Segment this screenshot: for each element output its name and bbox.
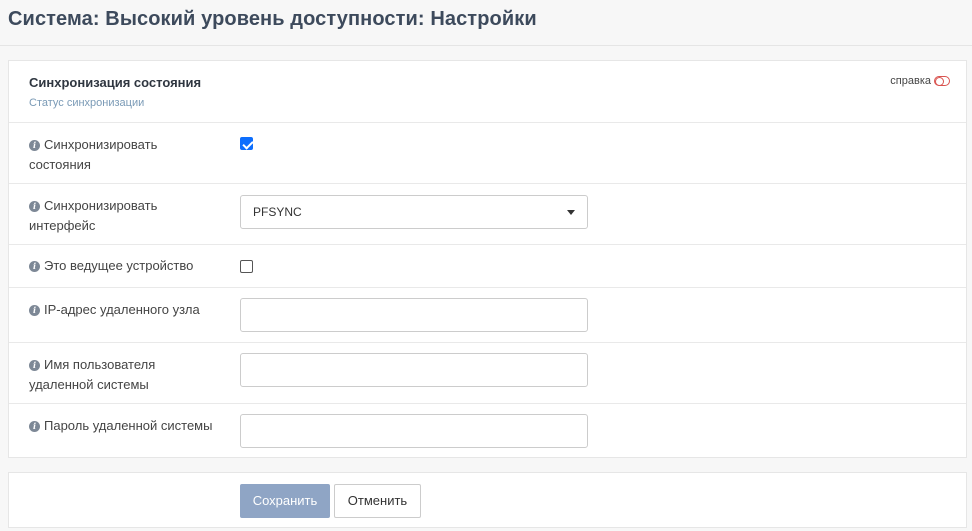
form-actions: Сохранить Отменить: [8, 472, 967, 528]
cancel-button[interactable]: Отменить: [334, 484, 421, 518]
info-icon[interactable]: i: [29, 305, 40, 316]
section-subtitle: Статус синхронизации: [29, 97, 145, 109]
sync-interface-label: i Синхронизировать интерфейс: [29, 198, 158, 233]
row-sync-interface: i Синхронизировать интерфейс PFSYNC: [9, 184, 966, 245]
master-device-label: i Это ведущее устройство: [29, 256, 219, 276]
section-title: Синхронизация состояния: [29, 75, 202, 90]
info-icon[interactable]: i: [29, 421, 40, 432]
row-remote-ip: i IP-адрес удаленного узла: [9, 288, 966, 343]
remote-username-label: i Имя пользователя удаленной системы: [29, 357, 156, 392]
page-title: Система: Высокий уровень доступности: На…: [8, 8, 537, 30]
info-icon[interactable]: i: [29, 360, 40, 371]
sync-interface-select[interactable]: PFSYNC: [240, 195, 588, 229]
page-header: Система: Высокий уровень доступности: На…: [0, 0, 972, 46]
remote-username-input[interactable]: [240, 353, 588, 387]
help-toggle[interactable]: справка: [890, 75, 950, 87]
row-sync-states: i Синхронизировать состояния: [9, 123, 966, 184]
sync-interface-value: PFSYNC: [253, 205, 302, 219]
sync-states-checkbox[interactable]: [240, 137, 253, 150]
sync-settings-panel: Синхронизация состояния Статус синхрониз…: [8, 60, 967, 458]
row-master-device: i Это ведущее устройство: [9, 245, 966, 288]
sync-states-label: i Синхронизировать состояния: [29, 137, 158, 172]
panel-header: Синхронизация состояния Статус синхрониз…: [9, 61, 966, 123]
row-remote-username: i Имя пользователя удаленной системы: [9, 343, 966, 404]
info-icon[interactable]: i: [29, 140, 40, 151]
master-device-checkbox[interactable]: [240, 260, 253, 273]
save-button[interactable]: Сохранить: [240, 484, 330, 518]
caret-down-icon: [567, 210, 575, 215]
info-icon[interactable]: i: [29, 201, 40, 212]
row-remote-password: i Пароль удаленной системы: [9, 404, 966, 459]
toggle-off-icon[interactable]: [934, 76, 950, 86]
remote-ip-input[interactable]: [240, 298, 588, 332]
info-icon[interactable]: i: [29, 261, 40, 272]
remote-password-input[interactable]: [240, 414, 588, 448]
remote-ip-label: i IP-адрес удаленного узла: [29, 300, 219, 320]
remote-password-label: i Пароль удаленной системы: [29, 416, 219, 436]
help-label: справка: [890, 75, 931, 87]
